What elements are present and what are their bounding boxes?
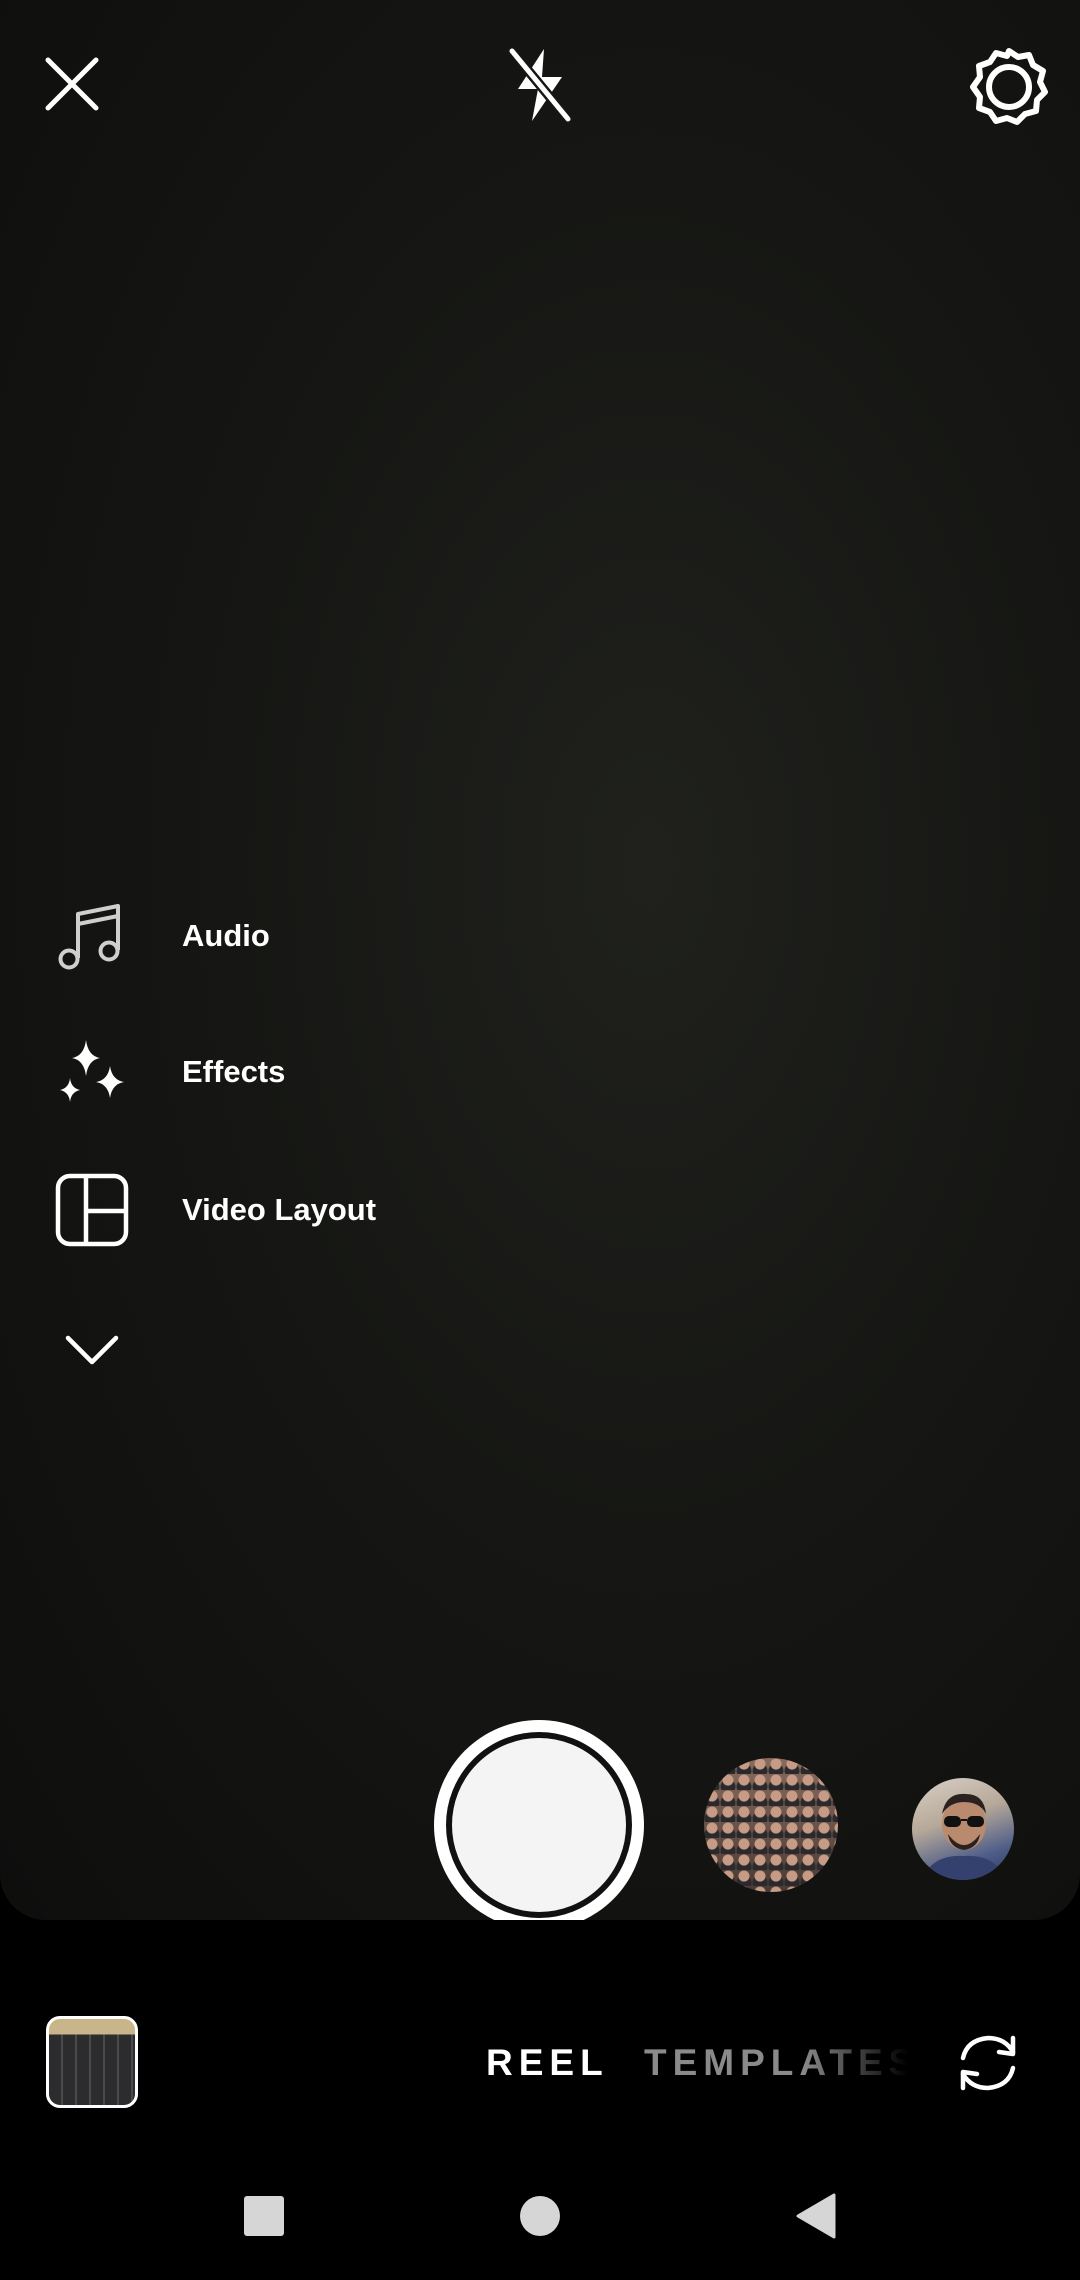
effects-label: Effects [182,1054,286,1089]
settings-button[interactable] [966,44,1052,130]
recent-apps-icon [244,2196,284,2236]
tab-reel[interactable]: REEL [486,2042,609,2084]
shutter-inner [446,1732,632,1918]
camera-viewfinder[interactable]: Audio Effects Video Layout [0,0,1080,1920]
gallery-thumbnail[interactable] [46,2016,138,2108]
shutter-button[interactable] [434,1720,644,1920]
avatar [922,1793,1006,1880]
gear-icon [970,48,1048,125]
more-tools-button[interactable] [50,1302,134,1398]
close-button[interactable] [36,44,108,124]
flip-camera-button[interactable] [950,2020,1026,2106]
audio-label: Audio [182,918,270,953]
tab-templates[interactable]: TEMPLATES [644,2042,908,2084]
music-note-icon [50,894,134,978]
back-button[interactable] [786,2186,846,2246]
audio-tool[interactable]: Audio [50,888,270,984]
effects-tool[interactable]: Effects [50,1024,285,1120]
effect-pattern-thumbnail[interactable] [704,1758,838,1892]
home-button[interactable] [510,2186,570,2246]
flip-camera-icon [960,2035,1016,2091]
home-icon [520,2196,560,2236]
effect-avatar-thumbnail[interactable] [912,1778,1014,1880]
back-icon [796,2193,836,2239]
video-layout-tool[interactable]: Video Layout [50,1162,376,1258]
close-icon [45,57,99,111]
flash-toggle-button[interactable] [494,40,586,130]
bottom-bar [0,1920,1080,2160]
layout-grid-icon [50,1168,134,1252]
recent-apps-button[interactable] [234,2186,294,2246]
flash-off-icon [507,46,573,124]
sparkles-icon [50,1030,134,1114]
chevron-down-icon [50,1308,134,1392]
video-layout-label: Video Layout [182,1192,377,1227]
